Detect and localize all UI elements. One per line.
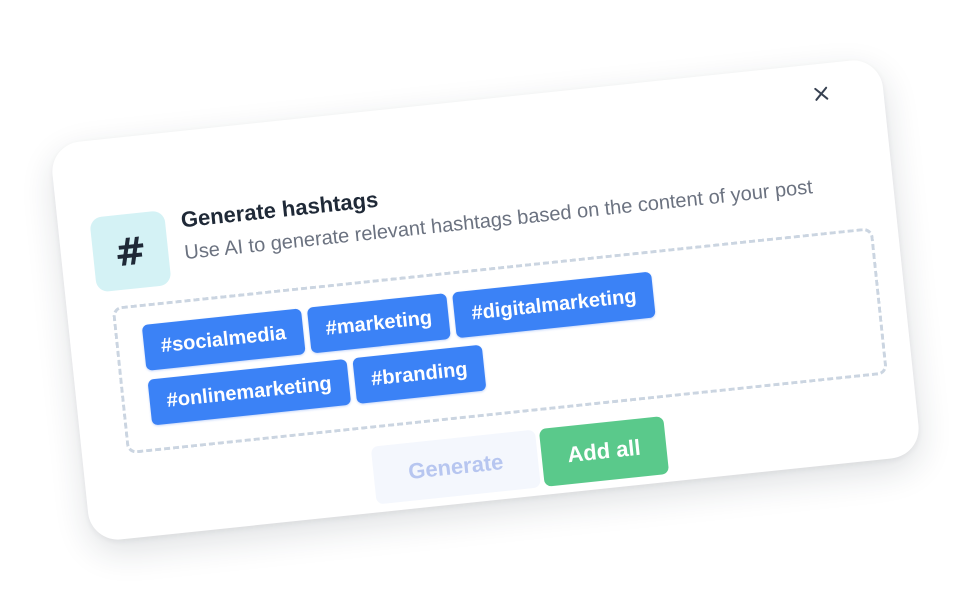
dialog-actions: Generate Add all [370, 416, 670, 505]
hash-icon: # [112, 227, 149, 275]
hashtag-chip[interactable]: #socialmedia [141, 308, 306, 371]
close-button[interactable] [808, 81, 834, 107]
generate-hashtags-dialog: # Generate hashtags Use AI to generate r… [49, 57, 922, 543]
hashtag-chip[interactable]: #onlinemarketing [147, 358, 351, 426]
close-icon [814, 86, 829, 101]
hashtag-chip[interactable]: #marketing [306, 293, 452, 354]
hashtag-chip[interactable]: #digitalmarketing [452, 271, 656, 339]
hash-icon-container: # [89, 210, 172, 293]
add-all-button[interactable]: Add all [538, 416, 670, 487]
hashtag-chip[interactable]: #branding [351, 344, 487, 405]
generate-button[interactable]: Generate [370, 429, 541, 505]
stage: # Generate hashtags Use AI to generate r… [0, 0, 971, 610]
